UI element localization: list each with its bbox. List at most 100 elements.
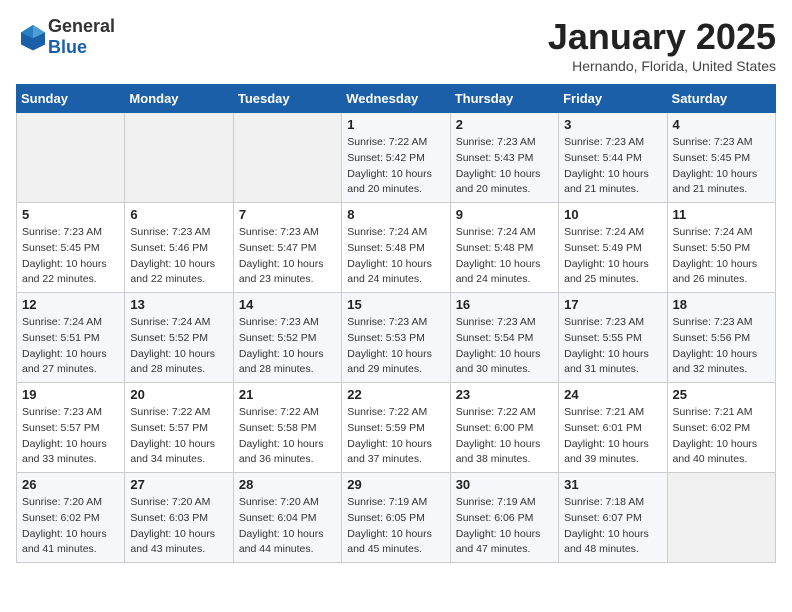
day-number: 20 — [130, 387, 227, 402]
day-number: 30 — [456, 477, 553, 492]
calendar-cell: 20 Sunrise: 7:22 AMSunset: 5:57 PMDaylig… — [125, 383, 233, 473]
day-info: Sunrise: 7:22 AMSunset: 5:57 PMDaylight:… — [130, 406, 215, 465]
day-number: 1 — [347, 117, 444, 132]
calendar-cell — [125, 113, 233, 203]
day-info: Sunrise: 7:24 AMSunset: 5:49 PMDaylight:… — [564, 226, 649, 285]
calendar-cell: 31 Sunrise: 7:18 AMSunset: 6:07 PMDaylig… — [559, 473, 667, 563]
day-number: 4 — [673, 117, 770, 132]
calendar-week-1: 1 Sunrise: 7:22 AMSunset: 5:42 PMDayligh… — [17, 113, 776, 203]
day-number: 19 — [22, 387, 119, 402]
calendar-cell: 3 Sunrise: 7:23 AMSunset: 5:44 PMDayligh… — [559, 113, 667, 203]
day-info: Sunrise: 7:20 AMSunset: 6:03 PMDaylight:… — [130, 496, 215, 555]
day-info: Sunrise: 7:24 AMSunset: 5:52 PMDaylight:… — [130, 316, 215, 375]
logo-blue-text: Blue — [48, 37, 87, 57]
calendar-cell: 28 Sunrise: 7:20 AMSunset: 6:04 PMDaylig… — [233, 473, 341, 563]
day-number: 6 — [130, 207, 227, 222]
day-number: 11 — [673, 207, 770, 222]
day-info: Sunrise: 7:23 AMSunset: 5:56 PMDaylight:… — [673, 316, 758, 375]
day-number: 25 — [673, 387, 770, 402]
calendar-cell: 13 Sunrise: 7:24 AMSunset: 5:52 PMDaylig… — [125, 293, 233, 383]
day-info: Sunrise: 7:23 AMSunset: 5:44 PMDaylight:… — [564, 136, 649, 195]
day-number: 12 — [22, 297, 119, 312]
logo-general-text: General — [48, 16, 115, 36]
day-info: Sunrise: 7:20 AMSunset: 6:04 PMDaylight:… — [239, 496, 324, 555]
location: Hernando, Florida, United States — [548, 58, 776, 74]
calendar-cell: 25 Sunrise: 7:21 AMSunset: 6:02 PMDaylig… — [667, 383, 775, 473]
calendar-cell: 21 Sunrise: 7:22 AMSunset: 5:58 PMDaylig… — [233, 383, 341, 473]
calendar-cell — [667, 473, 775, 563]
day-info: Sunrise: 7:22 AMSunset: 5:59 PMDaylight:… — [347, 406, 432, 465]
calendar-table: SundayMondayTuesdayWednesdayThursdayFrid… — [16, 84, 776, 563]
calendar-cell: 7 Sunrise: 7:23 AMSunset: 5:47 PMDayligh… — [233, 203, 341, 293]
day-info: Sunrise: 7:24 AMSunset: 5:50 PMDaylight:… — [673, 226, 758, 285]
calendar-cell — [17, 113, 125, 203]
weekday-header-monday: Monday — [125, 85, 233, 113]
calendar-cell: 19 Sunrise: 7:23 AMSunset: 5:57 PMDaylig… — [17, 383, 125, 473]
day-info: Sunrise: 7:23 AMSunset: 5:43 PMDaylight:… — [456, 136, 541, 195]
calendar-cell: 11 Sunrise: 7:24 AMSunset: 5:50 PMDaylig… — [667, 203, 775, 293]
day-number: 29 — [347, 477, 444, 492]
day-info: Sunrise: 7:20 AMSunset: 6:02 PMDaylight:… — [22, 496, 107, 555]
day-info: Sunrise: 7:22 AMSunset: 6:00 PMDaylight:… — [456, 406, 541, 465]
calendar-cell: 30 Sunrise: 7:19 AMSunset: 6:06 PMDaylig… — [450, 473, 558, 563]
calendar-cell: 9 Sunrise: 7:24 AMSunset: 5:48 PMDayligh… — [450, 203, 558, 293]
page-header: General Blue January 2025 Hernando, Flor… — [16, 16, 776, 74]
day-number: 31 — [564, 477, 661, 492]
calendar-cell: 18 Sunrise: 7:23 AMSunset: 5:56 PMDaylig… — [667, 293, 775, 383]
day-info: Sunrise: 7:19 AMSunset: 6:05 PMDaylight:… — [347, 496, 432, 555]
calendar-week-3: 12 Sunrise: 7:24 AMSunset: 5:51 PMDaylig… — [17, 293, 776, 383]
weekday-header-saturday: Saturday — [667, 85, 775, 113]
day-info: Sunrise: 7:21 AMSunset: 6:01 PMDaylight:… — [564, 406, 649, 465]
calendar-cell: 6 Sunrise: 7:23 AMSunset: 5:46 PMDayligh… — [125, 203, 233, 293]
day-info: Sunrise: 7:22 AMSunset: 5:42 PMDaylight:… — [347, 136, 432, 195]
calendar-cell: 15 Sunrise: 7:23 AMSunset: 5:53 PMDaylig… — [342, 293, 450, 383]
day-info: Sunrise: 7:23 AMSunset: 5:53 PMDaylight:… — [347, 316, 432, 375]
calendar-cell: 29 Sunrise: 7:19 AMSunset: 6:05 PMDaylig… — [342, 473, 450, 563]
day-number: 24 — [564, 387, 661, 402]
day-info: Sunrise: 7:21 AMSunset: 6:02 PMDaylight:… — [673, 406, 758, 465]
calendar-cell: 22 Sunrise: 7:22 AMSunset: 5:59 PMDaylig… — [342, 383, 450, 473]
day-number: 17 — [564, 297, 661, 312]
logo-icon — [18, 22, 48, 52]
day-number: 21 — [239, 387, 336, 402]
calendar-cell: 4 Sunrise: 7:23 AMSunset: 5:45 PMDayligh… — [667, 113, 775, 203]
day-number: 27 — [130, 477, 227, 492]
day-number: 15 — [347, 297, 444, 312]
calendar-cell: 26 Sunrise: 7:20 AMSunset: 6:02 PMDaylig… — [17, 473, 125, 563]
calendar-week-2: 5 Sunrise: 7:23 AMSunset: 5:45 PMDayligh… — [17, 203, 776, 293]
day-number: 16 — [456, 297, 553, 312]
day-number: 3 — [564, 117, 661, 132]
day-number: 10 — [564, 207, 661, 222]
day-info: Sunrise: 7:19 AMSunset: 6:06 PMDaylight:… — [456, 496, 541, 555]
weekday-header-row: SundayMondayTuesdayWednesdayThursdayFrid… — [17, 85, 776, 113]
title-block: January 2025 Hernando, Florida, United S… — [548, 16, 776, 74]
day-number: 2 — [456, 117, 553, 132]
calendar-week-5: 26 Sunrise: 7:20 AMSunset: 6:02 PMDaylig… — [17, 473, 776, 563]
day-number: 28 — [239, 477, 336, 492]
calendar-cell: 10 Sunrise: 7:24 AMSunset: 5:49 PMDaylig… — [559, 203, 667, 293]
month-title: January 2025 — [548, 16, 776, 58]
calendar-cell: 2 Sunrise: 7:23 AMSunset: 5:43 PMDayligh… — [450, 113, 558, 203]
day-number: 22 — [347, 387, 444, 402]
calendar-cell: 24 Sunrise: 7:21 AMSunset: 6:01 PMDaylig… — [559, 383, 667, 473]
calendar-cell — [233, 113, 341, 203]
calendar-cell: 17 Sunrise: 7:23 AMSunset: 5:55 PMDaylig… — [559, 293, 667, 383]
day-info: Sunrise: 7:18 AMSunset: 6:07 PMDaylight:… — [564, 496, 649, 555]
calendar-cell: 8 Sunrise: 7:24 AMSunset: 5:48 PMDayligh… — [342, 203, 450, 293]
day-info: Sunrise: 7:24 AMSunset: 5:51 PMDaylight:… — [22, 316, 107, 375]
day-info: Sunrise: 7:23 AMSunset: 5:54 PMDaylight:… — [456, 316, 541, 375]
day-number: 18 — [673, 297, 770, 312]
day-info: Sunrise: 7:23 AMSunset: 5:45 PMDaylight:… — [673, 136, 758, 195]
day-number: 14 — [239, 297, 336, 312]
weekday-header-wednesday: Wednesday — [342, 85, 450, 113]
weekday-header-tuesday: Tuesday — [233, 85, 341, 113]
weekday-header-thursday: Thursday — [450, 85, 558, 113]
weekday-header-friday: Friday — [559, 85, 667, 113]
day-info: Sunrise: 7:23 AMSunset: 5:52 PMDaylight:… — [239, 316, 324, 375]
day-number: 13 — [130, 297, 227, 312]
day-info: Sunrise: 7:24 AMSunset: 5:48 PMDaylight:… — [347, 226, 432, 285]
day-info: Sunrise: 7:23 AMSunset: 5:46 PMDaylight:… — [130, 226, 215, 285]
day-number: 23 — [456, 387, 553, 402]
day-info: Sunrise: 7:23 AMSunset: 5:45 PMDaylight:… — [22, 226, 107, 285]
calendar-cell: 5 Sunrise: 7:23 AMSunset: 5:45 PMDayligh… — [17, 203, 125, 293]
